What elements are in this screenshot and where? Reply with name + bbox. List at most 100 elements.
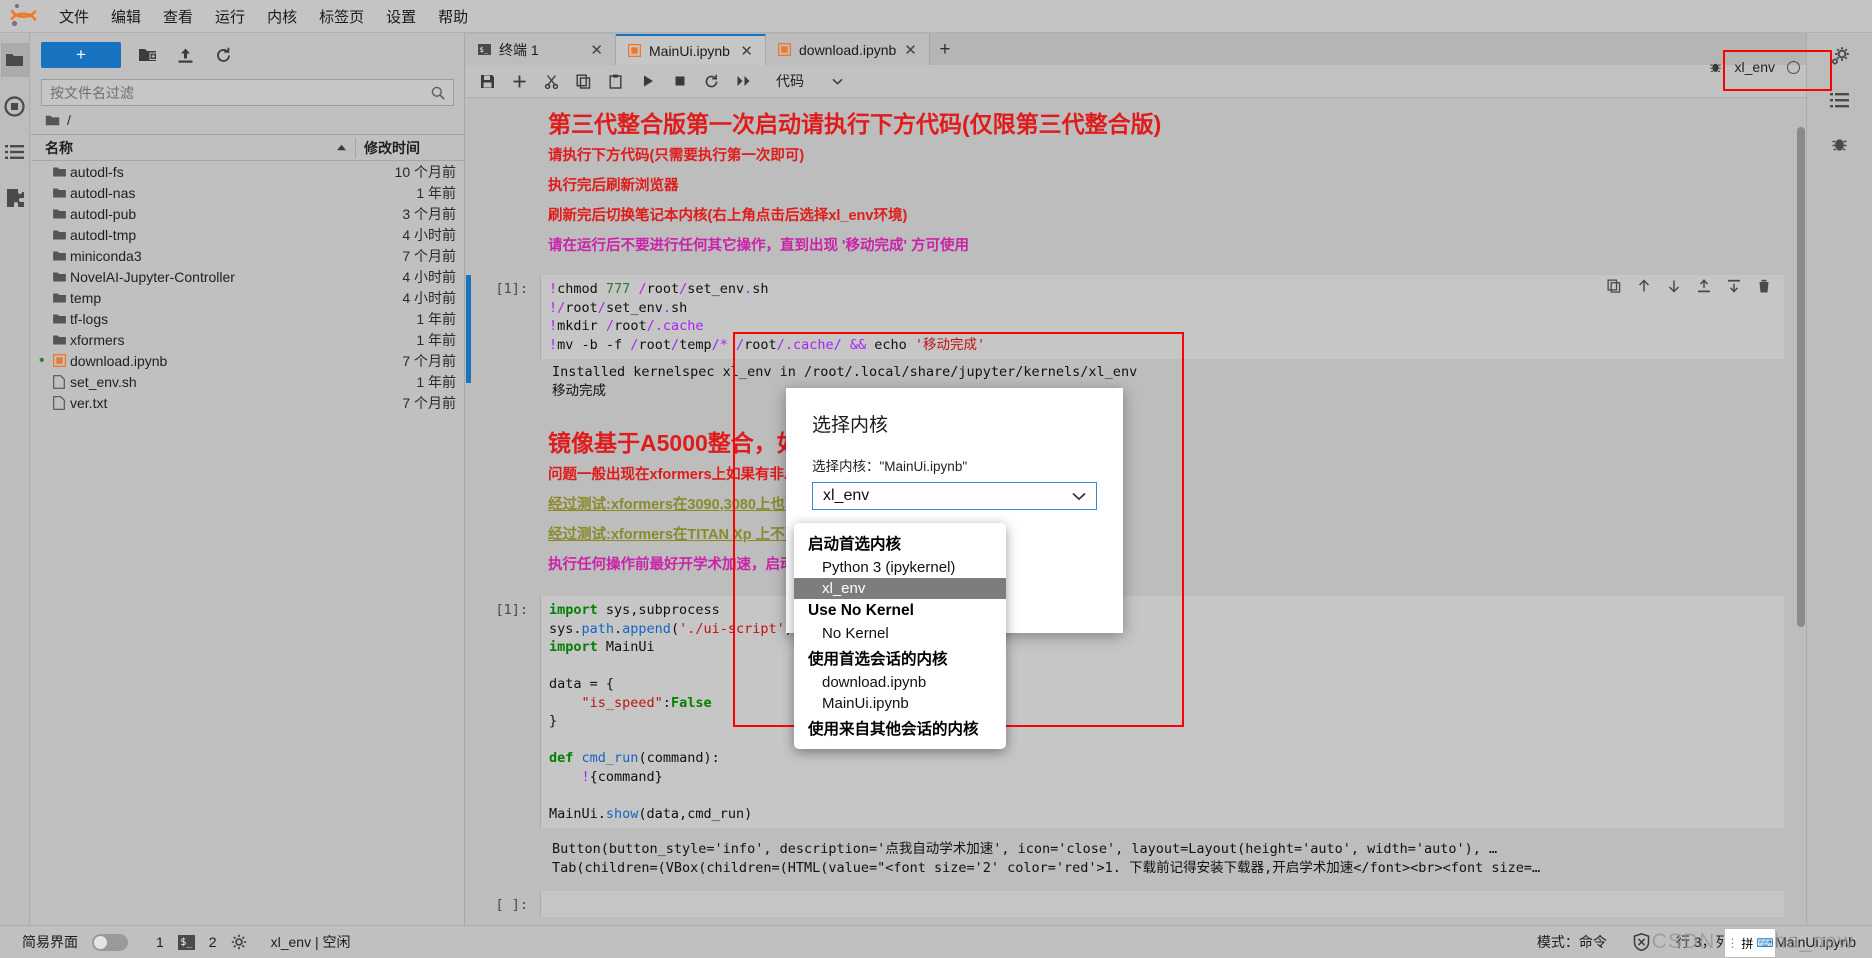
debugger-icon[interactable] bbox=[1825, 129, 1855, 159]
code-editor[interactable] bbox=[540, 891, 1784, 917]
duplicate-cell-icon[interactable] bbox=[1605, 277, 1622, 294]
move-cell-down-icon[interactable] bbox=[1665, 277, 1682, 294]
close-icon[interactable]: ✕ bbox=[904, 41, 917, 59]
file-list-item[interactable]: temp 4 小时前 bbox=[31, 287, 464, 308]
file-list-item[interactable]: autodl-nas 1 年前 bbox=[31, 182, 464, 203]
menu-item-edit[interactable]: 编辑 bbox=[100, 2, 152, 31]
breadcrumb[interactable]: / bbox=[31, 106, 464, 134]
simple-interface-toggle[interactable] bbox=[92, 933, 128, 951]
run-icon[interactable] bbox=[638, 72, 657, 91]
sidebar-item-running[interactable] bbox=[1, 89, 29, 123]
dropdown-option[interactable]: No Kernel bbox=[794, 623, 1006, 644]
add-cell-icon[interactable] bbox=[510, 72, 529, 91]
kernel-status-text[interactable]: xl_env | 空闲 bbox=[271, 932, 351, 952]
menu-item-help[interactable]: 帮助 bbox=[427, 2, 479, 31]
upload-icon[interactable] bbox=[173, 43, 197, 67]
sidebar-item-extensions[interactable] bbox=[1, 181, 29, 215]
close-icon[interactable]: ✕ bbox=[590, 41, 603, 59]
menu-item-file[interactable]: 文件 bbox=[48, 2, 100, 31]
stop-icon[interactable] bbox=[670, 72, 689, 91]
dialog-title: 选择内核 bbox=[812, 415, 889, 436]
file-modified: 1 年前 bbox=[416, 373, 456, 390]
copy-icon[interactable] bbox=[574, 72, 593, 91]
ime-indicator[interactable]: ⋮ 拼 ⌨ bbox=[1724, 928, 1776, 958]
kernel-status-indicator[interactable]: xl_env bbox=[1698, 52, 1810, 82]
kernel-dropdown-list[interactable]: 启动首选内核 Python 3 (ipykernel) xl_env Use No K… bbox=[794, 523, 1006, 749]
folder-icon bbox=[48, 208, 70, 220]
menu-item-kernel[interactable]: 内核 bbox=[256, 2, 308, 31]
file-list-item[interactable]: xformers 1 年前 bbox=[31, 329, 464, 350]
paste-icon[interactable] bbox=[606, 72, 625, 91]
dropdown-option[interactable]: Python 3 (ipykernel) bbox=[794, 557, 1006, 578]
file-list-item[interactable]: tf-logs 1 年前 bbox=[31, 308, 464, 329]
dialog-label: 选择内核："MainUi.ipynb" bbox=[812, 459, 968, 474]
notebook-scrollbar-thumb[interactable] bbox=[1797, 127, 1805, 627]
folder-icon bbox=[48, 271, 70, 283]
settings-gear-icon[interactable] bbox=[1825, 41, 1855, 71]
file-filter-box[interactable]: 按文件名过滤 bbox=[41, 79, 454, 106]
terminal-icon[interactable]: $_ bbox=[177, 934, 195, 950]
new-launcher-button[interactable]: + bbox=[41, 42, 121, 68]
output-line: Installed kernelspec xl_env in /root/.lo… bbox=[552, 364, 1138, 380]
markdown-cell-2[interactable]: 镜像基于A5000整合，如出现任何问题请换A5000尝试 问题一般出现在xfor… bbox=[466, 418, 1806, 580]
restart-icon[interactable] bbox=[702, 72, 721, 91]
column-header-name[interactable]: 名称 bbox=[31, 137, 356, 158]
restart-run-all-icon[interactable] bbox=[734, 72, 753, 91]
file-name: temp bbox=[70, 289, 102, 306]
file-name: autodl-nas bbox=[70, 184, 136, 201]
save-icon[interactable] bbox=[478, 72, 497, 91]
new-tab-button[interactable]: + bbox=[930, 34, 960, 65]
file-list-item[interactable]: autodl-pub 3 个月前 bbox=[31, 203, 464, 224]
notebook-scrollbar-track[interactable] bbox=[1795, 99, 1806, 925]
code-editor[interactable]: import sys,subprocess sys.path.append('.… bbox=[540, 596, 1784, 828]
dropdown-option[interactable]: MainUi.ipynb bbox=[794, 693, 1006, 714]
delete-cell-icon[interactable] bbox=[1755, 277, 1772, 294]
no-connection-shield-icon[interactable] bbox=[1633, 933, 1650, 951]
file-list-item[interactable]: NovelAI-Jupyter-Controller 4 小时前 bbox=[31, 266, 464, 287]
insert-cell-below-icon[interactable] bbox=[1725, 277, 1742, 294]
code-editor[interactable]: !chmod 777 /root/set_env.sh !/root/set_e… bbox=[540, 275, 1784, 359]
file-name: NovelAI-Jupyter-Controller bbox=[70, 268, 235, 285]
file-list-item[interactable]: • download.ipynb 7 个月前 bbox=[31, 350, 464, 371]
cut-icon[interactable] bbox=[542, 72, 561, 91]
file-list-item[interactable]: set_env.sh 1 年前 bbox=[31, 371, 464, 392]
terminal-count: 1 bbox=[156, 934, 164, 950]
move-cell-up-icon[interactable] bbox=[1635, 277, 1652, 294]
debug-icon[interactable] bbox=[1708, 60, 1723, 75]
folder-icon bbox=[48, 166, 70, 178]
code-cell-3[interactable]: [ ]: bbox=[466, 891, 1806, 917]
kernel-idle-circle-icon bbox=[1787, 60, 1800, 74]
column-header-modified[interactable]: 修改时间 bbox=[356, 138, 464, 158]
file-list-item[interactable]: autodl-tmp 4 小时前 bbox=[31, 224, 464, 245]
file-list-item[interactable]: autodl-fs 10 个月前 bbox=[31, 161, 464, 182]
gear-kernel-icon[interactable] bbox=[231, 934, 247, 950]
cell-type-select[interactable]: 代码 bbox=[776, 71, 843, 91]
kernel-select-dropdown[interactable]: xl_env bbox=[812, 482, 1097, 510]
markdown-cell-1[interactable]: 第三代整合版第一次启动请执行下方代码(仅限第三代整合版) 请执行下方代码(只需要… bbox=[466, 99, 1806, 261]
file-name: ver.txt bbox=[70, 394, 108, 411]
menu-item-tabs[interactable]: 标签页 bbox=[308, 2, 375, 31]
close-icon[interactable]: ✕ bbox=[740, 42, 753, 60]
refresh-icon[interactable] bbox=[211, 43, 235, 67]
tab-terminal-1[interactable]: $_ 终端 1 ✕ bbox=[466, 34, 616, 65]
menu-item-run[interactable]: 运行 bbox=[204, 2, 256, 31]
new-folder-icon[interactable] bbox=[135, 43, 159, 67]
tab-mainui-ipynb[interactable]: MainUi.ipynb ✕ bbox=[616, 34, 766, 65]
sidebar-item-file-browser[interactable] bbox=[0, 43, 29, 77]
file-list-item[interactable]: miniconda3 7 个月前 bbox=[31, 245, 464, 266]
file-list-item[interactable]: ver.txt 7 个月前 bbox=[31, 392, 464, 413]
menu-item-view[interactable]: 查看 bbox=[152, 2, 204, 31]
folder-icon bbox=[48, 313, 70, 325]
menu-bar: 文件 编辑 查看 运行 内核 标签页 设置 帮助 bbox=[0, 0, 1872, 33]
dropdown-option[interactable]: xl_env bbox=[794, 578, 1006, 599]
menu-item-settings[interactable]: 设置 bbox=[375, 2, 427, 31]
property-inspector-icon[interactable] bbox=[1825, 85, 1855, 115]
insert-cell-above-icon[interactable] bbox=[1695, 277, 1712, 294]
tab-download-ipynb[interactable]: download.ipynb ✕ bbox=[766, 34, 930, 65]
code-cell-2[interactable]: [1]: import sys,subprocess sys.path.appe… bbox=[466, 596, 1806, 828]
sidebar-item-toc[interactable] bbox=[1, 135, 29, 169]
dropdown-option[interactable]: download.ipynb bbox=[794, 672, 1006, 693]
code-cell-1[interactable]: [1]: !chmod 777 /root/set_env.sh !/root/… bbox=[466, 275, 1806, 383]
tab-label: MainUi.ipynb bbox=[649, 42, 730, 59]
notebook-content: 第三代整合版第一次启动请执行下方代码(仅限第三代整合版) 请执行下方代码(只需要… bbox=[466, 99, 1806, 925]
